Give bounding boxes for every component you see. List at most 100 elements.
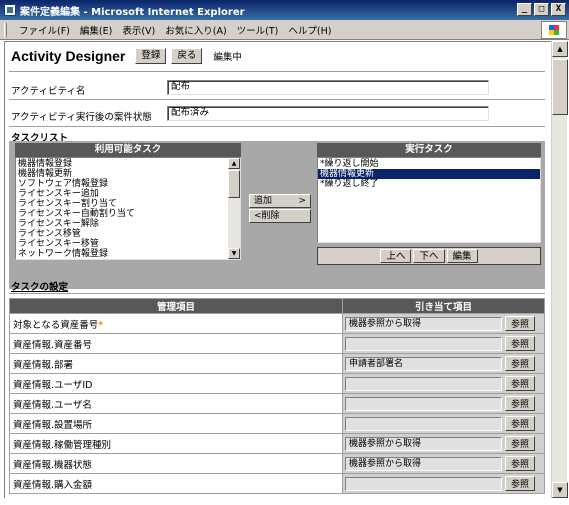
scroll-thumb[interactable] [552,59,568,115]
assigned-value-field[interactable] [345,396,503,411]
divider [9,71,545,72]
page-header: Activity Designer 登録 戻る 編集中 [11,48,242,64]
divider [9,126,545,127]
menu-help[interactable]: ヘルプ(H) [283,23,336,37]
reference-button[interactable]: 参照 [505,356,536,371]
menu-tools[interactable]: ツール(T) [232,23,284,37]
list-item[interactable]: 機器情報更新 [16,169,240,179]
assigned-value-field[interactable] [345,416,503,431]
menu-edit[interactable]: 編集(E) [75,23,117,37]
list-item[interactable]: ネットワーク情報登録 [16,249,240,259]
row-item-cell: 資産情報.部署 [8,353,344,374]
assigned-value-field[interactable]: 機器参照から取得 [345,316,503,331]
row-item-label: 資産情報.資産番号 [13,339,93,351]
window-title: 案件定義編集 - Microsoft Internet Explorer [20,6,245,18]
menu-view[interactable]: 表示(V) [117,23,160,37]
column-header: 管理項目 [8,298,344,314]
required-mark: * [98,319,104,331]
reference-button[interactable]: 参照 [505,436,536,451]
assigned-value-field[interactable] [345,376,503,391]
list-item[interactable]: ライセンスキー自動割り当て [16,209,240,219]
edit-task-button[interactable]: 編集 [446,249,478,263]
table-row: 資産情報.稼働管理種別 機器参照から取得 参照 [8,433,545,454]
scroll-up-icon[interactable]: ▲ [228,158,240,169]
reference-button[interactable]: 参照 [505,376,536,391]
edit-status: 編集中 [213,52,242,63]
remove-task-button[interactable]: <削除 [249,209,311,223]
assigned-value-field[interactable] [345,336,503,351]
row-item-label: 資産情報.稼働管理種別 [13,439,112,451]
activity-name-input[interactable]: 配布 [167,80,489,95]
reference-button[interactable]: 参照 [505,336,536,351]
scroll-down-icon[interactable]: ▼ [228,248,240,259]
divider [9,293,545,294]
row-item-cell: 資産情報.資産番号 [8,333,344,354]
available-tasks-listbox[interactable]: 機器情報登録 機器情報更新 ソフトウェア情報登録 ライセンスキー追加 ライセンス… [15,157,241,260]
list-item[interactable]: ライセンス移管 [16,229,240,239]
row-value-cell: 参照 [342,333,545,354]
move-up-button[interactable]: 上へ [380,249,412,263]
assigned-value-field[interactable]: 機器参照から取得 [345,456,503,471]
ie-page-icon [4,4,16,16]
row-item-cell: 資産情報.設置場所 [8,413,344,434]
list-item[interactable]: ソフトウェア情報登録 [16,179,240,189]
table-row: 資産情報.ユーザ名 参照 [8,393,545,414]
menu-favorites[interactable]: お気に入り(A) [160,23,231,37]
assigned-value-field[interactable]: 機器参照から取得 [345,436,503,451]
list-item[interactable]: ライセンスキー解除 [16,219,240,229]
exec-task-toolbar: 上へ 下へ 編集 [317,247,541,265]
row-value-cell: 機器参照から取得 参照 [342,433,545,454]
table-row: 資産情報.ユーザID 参照 [8,373,545,394]
reference-button[interactable]: 参照 [505,456,536,471]
list-item[interactable]: ライセンスキー追加 [16,189,240,199]
reference-button[interactable]: 参照 [505,396,536,411]
assigned-value-field[interactable] [345,476,503,491]
register-button[interactable]: 登録 [135,48,167,64]
window-titlebar[interactable]: 案件定義編集 - Microsoft Internet Explorer _ □… [0,0,569,20]
maximize-button[interactable]: □ [534,3,549,16]
scroll-thumb[interactable] [228,170,240,198]
list-item[interactable]: ライセンスキー割り当て [16,199,240,209]
list-item[interactable]: *繰り返し開始 [318,159,540,169]
toolbar-grip[interactable] [4,23,7,37]
list-item[interactable]: *繰り返し終了 [318,179,540,189]
assigned-value-field[interactable]: 申請者部署名 [345,356,503,371]
add-label: 追加 [254,196,273,206]
post-state-input[interactable]: 配布済み [167,106,489,121]
row-item-label: 資産情報.部署 [13,359,74,371]
list-item[interactable]: 機器情報登録 [16,159,240,169]
arrow-left-icon: < [254,211,262,221]
reference-button[interactable]: 参照 [505,316,536,331]
remove-label: 削除 [261,211,280,221]
minimize-button[interactable]: _ [517,3,532,16]
row-item-cell: 資産情報.機器状態 [8,453,344,474]
list-item[interactable]: ライセンスキー移管 [16,239,240,249]
row-item-label: 資産情報.設置場所 [13,419,93,431]
exec-tasks-listbox[interactable]: *繰り返し開始 機器情報更新 *繰り返し終了 [317,157,541,243]
list-item-selected[interactable]: 機器情報更新 [318,169,540,179]
reference-button[interactable]: 参照 [505,476,536,491]
back-button[interactable]: 戻る [171,48,203,64]
row-item-cell: 資産情報.ユーザID [8,373,344,394]
scroll-down-icon[interactable]: ▼ [552,482,568,498]
scroll-up-icon[interactable]: ▲ [552,41,568,57]
menu-bar: ファイル(F) 編集(E) 表示(V) お気に入り(A) ツール(T) ヘルプ(… [0,20,569,40]
row-value-cell: 機器参照から取得 参照 [342,313,545,334]
menu-file[interactable]: ファイル(F) [14,23,75,37]
reference-button[interactable]: 参照 [505,416,536,431]
page-scrollbar[interactable]: ▲ ▼ [551,41,568,498]
row-value-cell: 機器参照から取得 参照 [342,453,545,474]
row-item-label: 資産情報.購入金額 [13,479,93,491]
listbox-scrollbar[interactable]: ▲ ▼ [228,158,240,259]
close-button[interactable]: X [551,3,566,16]
table-row: 対象となる資産番号* 機器参照から取得 参照 [8,313,545,334]
windows-logo-icon [541,21,567,39]
divider [9,99,545,100]
exec-tasks-header: 実行タスク [317,143,541,157]
move-down-button[interactable]: 下へ [413,249,445,263]
row-item-cell: 資産情報.稼働管理種別 [8,433,344,454]
page-title: Activity Designer [11,48,126,64]
add-task-button[interactable]: 追加 > [249,194,311,208]
activity-name-label: アクティビティ名 [11,86,86,97]
available-tasks-header: 利用可能タスク [15,143,241,157]
